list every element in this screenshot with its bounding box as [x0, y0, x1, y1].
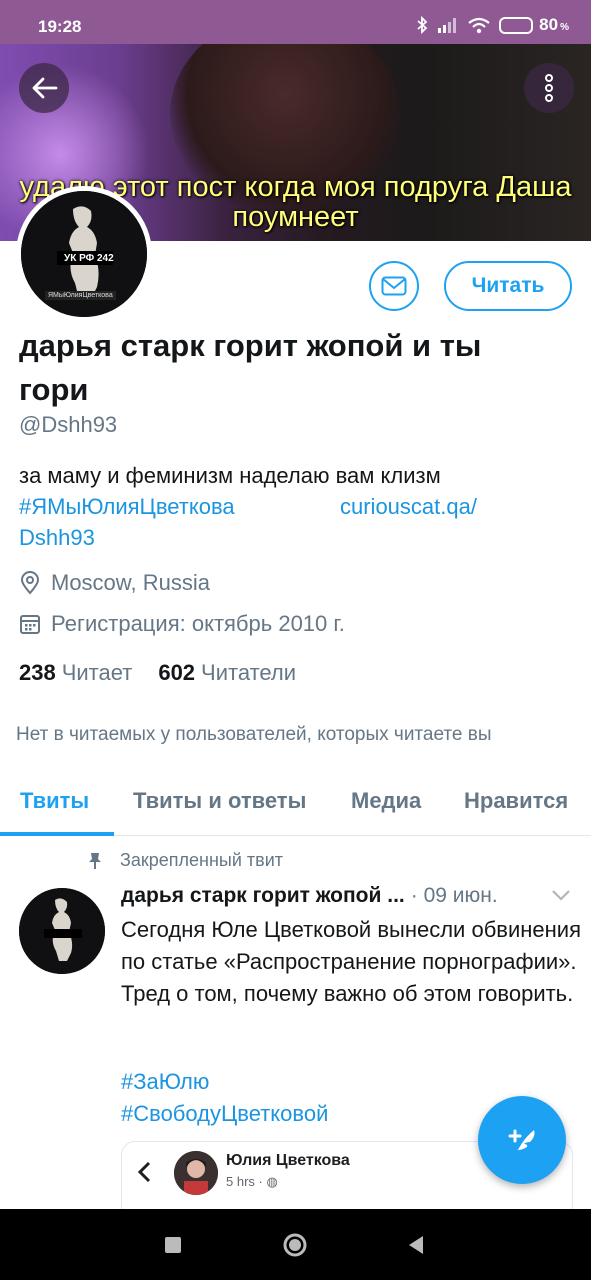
- status-icons: 80%: [416, 15, 569, 35]
- more-options-button[interactable]: [524, 63, 574, 113]
- compose-feather-icon: [508, 1129, 535, 1154]
- following-link[interactable]: 238 Читает: [19, 660, 132, 686]
- compose-tweet-button[interactable]: [478, 1096, 566, 1184]
- mail-icon: [381, 276, 407, 296]
- system-nav-bar: [0, 1209, 591, 1280]
- pin-icon: [89, 852, 101, 869]
- location-text: Moscow, Russia: [51, 570, 210, 595]
- arrow-left-icon: [32, 77, 58, 99]
- profile-location: Moscow, Russia: [19, 570, 210, 596]
- person-photo: [174, 1151, 218, 1195]
- back-button[interactable]: [19, 63, 69, 113]
- tweet-hashtag-1[interactable]: #ЗаЮлю: [121, 1069, 209, 1095]
- wifi-icon: [468, 17, 490, 33]
- chevron-down-icon: [552, 890, 570, 901]
- bio-hashtag[interactable]: #ЯМыЮлияЦветкова: [19, 491, 574, 522]
- pinned-indicator: Закрепленный твит: [88, 850, 283, 871]
- battery-percent: 80: [539, 15, 559, 34]
- display-name: дарья старк горит жопой и ты гори: [19, 328, 482, 407]
- followers-count: 602: [158, 660, 196, 685]
- status-time: 19:28: [38, 17, 82, 36]
- tweet-hashtag-2[interactable]: #СвободуЦветковой: [121, 1101, 328, 1127]
- recent-apps-icon[interactable]: [163, 1231, 183, 1259]
- globe-icon: ◍: [266, 1174, 278, 1189]
- tab-media[interactable]: Медиа: [351, 788, 421, 814]
- bio-link-continued[interactable]: Dshh93: [19, 522, 574, 553]
- following-label: Читает: [61, 660, 133, 685]
- tweet-avatar[interactable]: [19, 888, 105, 974]
- profile-bio: за маму и феминизм наделаю вам клизм #ЯМ…: [19, 460, 574, 553]
- tweet-date: · 09 июн.: [410, 884, 498, 907]
- following-count: 238: [19, 660, 56, 685]
- battery-unit: %: [560, 22, 569, 33]
- avatar-caption: УК РФ 242: [64, 253, 114, 264]
- tweet-text: Сегодня Юле Цветковой вынесли обвинения …: [121, 917, 582, 1006]
- pinned-label: Закрепленный твит: [120, 850, 284, 870]
- message-button[interactable]: [369, 261, 419, 311]
- tweet-menu-button[interactable]: [551, 888, 571, 906]
- profile-handle: @Dshh93: [19, 412, 118, 437]
- mutual-followers-note: Нет в читаемых у пользователей, которых …: [16, 724, 492, 745]
- followers-link[interactable]: 602 Читатели: [158, 660, 296, 686]
- battery: 80%: [499, 15, 569, 35]
- profile-tabs: Твиты Твиты и ответы Медиа Нравится: [0, 768, 591, 836]
- tweet-author[interactable]: дарья старк горит жопой ...: [121, 884, 405, 907]
- profile-avatar[interactable]: УК РФ 242 ЯМыЮлияЦветкова: [16, 186, 152, 322]
- follow-counts: 238 Читает 602 Читатели: [19, 660, 296, 686]
- tab-tweets-replies[interactable]: Твиты и ответы: [133, 788, 306, 814]
- embed-avatar: [174, 1151, 218, 1195]
- status-bar: 19:28 80%: [0, 0, 591, 44]
- tweet-header: дарья старк горит жопой ... · 09 июн.: [121, 884, 498, 908]
- signal-icon: [438, 18, 457, 33]
- tab-likes[interactable]: Нравится: [464, 788, 568, 814]
- home-icon[interactable]: [281, 1231, 309, 1259]
- followers-label: Читатели: [201, 660, 297, 685]
- joined-text: Регистрация: октябрь 2010 г.: [51, 611, 345, 636]
- battery-icon: [499, 16, 534, 34]
- embed-author-name: Юлия Цветкова: [226, 1152, 350, 1169]
- tab-tweets[interactable]: Твиты: [20, 788, 89, 814]
- follow-button[interactable]: Читать: [444, 261, 572, 311]
- back-triangle-icon[interactable]: [406, 1231, 426, 1259]
- statue-image: [19, 888, 105, 974]
- chevron-left-icon: [137, 1161, 151, 1183]
- profile-joined: Регистрация: октябрь 2010 г.: [19, 611, 345, 637]
- more-vertical-icon: [545, 74, 553, 102]
- location-pin-icon: [20, 571, 40, 595]
- calendar-icon: [20, 615, 40, 634]
- avatar-label: ЯМыЮлияЦветкова: [45, 291, 116, 300]
- bluetooth-icon: [417, 16, 428, 34]
- bio-text: за маму и феминизм наделаю вам клизм: [19, 463, 441, 488]
- embed-timestamp: 5 hrs · ◍: [226, 1174, 278, 1190]
- embed-time-text: 5 hrs ·: [226, 1174, 263, 1189]
- bio-link[interactable]: curiouscat.qa/: [340, 491, 477, 522]
- active-tab-indicator: [0, 832, 114, 836]
